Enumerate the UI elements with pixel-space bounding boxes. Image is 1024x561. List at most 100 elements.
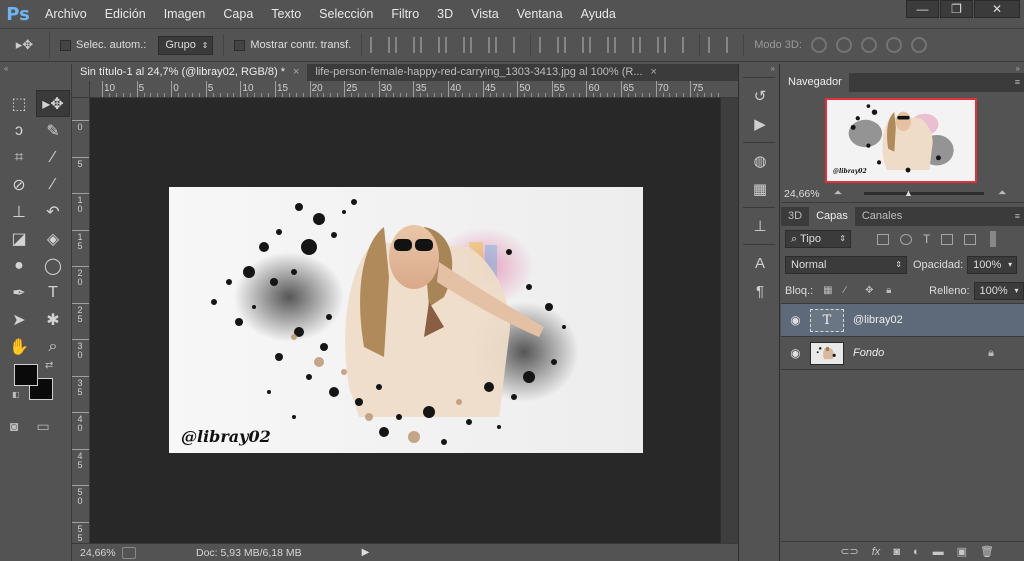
menu-capa[interactable]: Capa: [214, 0, 262, 28]
eye-icon[interactable]: ◉: [781, 346, 810, 360]
doc-tab-inactive[interactable]: life-person-female-happy-red-carrying_13…: [307, 64, 665, 81]
menu-ventana[interactable]: Ventana: [508, 0, 572, 28]
blur-tool-icon[interactable]: ●: [2, 252, 36, 279]
show-transform-checkbox[interactable]: Mostrar contr. transf.: [234, 39, 351, 51]
link-layers-icon[interactable]: ⊂⊃: [840, 545, 858, 558]
filter-adjustment-icon[interactable]: [900, 233, 912, 245]
distribute-right-icon[interactable]: [664, 37, 685, 53]
swatches-panel-icon[interactable]: ▦: [739, 175, 781, 203]
screen-mode-icon[interactable]: ▭: [36, 418, 49, 435]
align-bottom-edges-icon[interactable]: [420, 37, 441, 53]
layer-name[interactable]: Fondo: [853, 347, 884, 359]
layer-filter-dropdown[interactable]: ⌕ Tipo ⇕: [785, 230, 851, 248]
eyedropper-tool-icon[interactable]: ⁄: [36, 144, 70, 171]
rotate-3d-icon[interactable]: [810, 37, 827, 53]
ruler-origin[interactable]: [72, 81, 90, 98]
zoom-in-icon[interactable]: ⏶: [998, 187, 1006, 200]
layer-style-fx-icon[interactable]: fx: [872, 546, 881, 558]
auto-select-checkbox[interactable]: Selec. autom.:: [60, 39, 146, 51]
pan-3d-icon[interactable]: [860, 37, 877, 53]
document-canvas[interactable]: @libray02: [169, 187, 643, 453]
foreground-color-swatch[interactable]: [14, 364, 38, 386]
adjustment-layer-icon[interactable]: ◐: [913, 546, 920, 558]
path-selection-tool-icon[interactable]: ➤: [2, 306, 36, 333]
photoshop-logo[interactable]: Ps: [0, 0, 36, 28]
lasso-tool-icon[interactable]: ↄ: [2, 117, 36, 144]
collapse-arrows-icon[interactable]: »: [739, 64, 779, 73]
doc-tab-active[interactable]: Sin título-1 al 24,7% (@libray02, RGB/8)…: [72, 64, 308, 81]
quick-selection-tool-icon[interactable]: ✎: [36, 117, 70, 144]
pen-tool-icon[interactable]: ✒: [2, 279, 36, 306]
filter-toggle-switch[interactable]: [990, 231, 997, 247]
menu-imagen[interactable]: Imagen: [155, 0, 215, 28]
navigator-thumbnail[interactable]: @libray02: [825, 98, 977, 183]
lock-all-icon[interactable]: 🔒︎: [886, 285, 897, 296]
filter-pixel-icon[interactable]: [877, 233, 889, 245]
distribute-bottom-icon[interactable]: [589, 37, 610, 53]
distribute-hcenter-icon[interactable]: [639, 37, 660, 53]
history-brush-tool-icon[interactable]: ↶: [36, 198, 70, 225]
zoom-tool-icon[interactable]: ⌕: [36, 333, 70, 360]
layer-row-background[interactable]: ◉ Fondo 🔒︎: [781, 337, 1024, 370]
image-layer-thumbnail[interactable]: [810, 341, 844, 365]
canvas-pasteboard[interactable]: @libray02: [90, 99, 720, 543]
distribute-left-icon[interactable]: [614, 37, 635, 53]
close-tab-icon[interactable]: ×: [651, 66, 657, 78]
paint-bucket-tool-icon[interactable]: ◈: [36, 225, 70, 252]
hand-tool-icon[interactable]: ✋: [2, 333, 36, 360]
distribute-vcenter-icon[interactable]: [564, 37, 585, 53]
blend-mode-dropdown[interactable]: Normal ⇕: [785, 256, 907, 274]
zoom-level[interactable]: 24,66%: [72, 547, 122, 559]
filter-type-icon[interactable]: T: [923, 232, 930, 246]
lock-image-pixels-icon[interactable]: ∕: [844, 285, 855, 296]
roll-3d-icon[interactable]: [835, 37, 852, 53]
new-layer-icon[interactable]: ▣: [957, 545, 967, 558]
auto-select-dropdown[interactable]: Grupo ⇕: [158, 35, 214, 55]
paragraph-panel-icon[interactable]: ¶: [739, 277, 781, 305]
menu-edicion[interactable]: Edición: [96, 0, 155, 28]
eraser-tool-icon[interactable]: ◪: [2, 225, 36, 252]
swap-colors-icon[interactable]: ⇄: [45, 360, 53, 371]
panel-menu-icon[interactable]: ≡: [1015, 211, 1020, 221]
navigator-zoom-value[interactable]: 24,66%: [784, 188, 820, 200]
trash-icon[interactable]: 🗑︎: [980, 545, 994, 558]
text-layer-thumbnail[interactable]: T: [810, 308, 844, 332]
crop-tool-icon[interactable]: ⌗: [2, 144, 36, 171]
tab-canales[interactable]: Canales: [855, 207, 909, 226]
tool-preset-picker[interactable]: ▸✥: [0, 31, 50, 59]
zoom-out-icon[interactable]: ⏶: [834, 187, 842, 200]
new-group-icon[interactable]: ▬: [933, 546, 944, 558]
history-panel-icon[interactable]: ↺: [739, 82, 781, 110]
character-panel-icon[interactable]: A: [739, 249, 781, 277]
layer-row-text[interactable]: ◉ T @libray02: [781, 304, 1024, 337]
eye-icon[interactable]: ◉: [781, 313, 810, 327]
marquee-tool-icon[interactable]: ⬚: [2, 90, 36, 117]
minimize-button[interactable]: —: [906, 0, 939, 18]
align-left-edges-icon[interactable]: [445, 37, 466, 53]
menu-filtro[interactable]: Filtro: [382, 0, 428, 28]
vertical-scrollbar[interactable]: [720, 98, 738, 543]
quick-mask-icon[interactable]: ◙: [10, 418, 18, 435]
restore-button[interactable]: ❐: [940, 0, 973, 18]
menu-texto[interactable]: Texto: [262, 0, 310, 28]
tab-3d[interactable]: 3D: [781, 207, 809, 226]
add-mask-icon[interactable]: ◙: [893, 546, 900, 558]
custom-shape-tool-icon[interactable]: ✱: [36, 306, 70, 333]
dodge-tool-icon[interactable]: ◯: [36, 252, 70, 279]
lock-transparent-pixels-icon[interactable]: ▦: [823, 285, 834, 296]
fill-input[interactable]: 100% ▾: [973, 281, 1024, 300]
collapse-arrows-icon[interactable]: «: [0, 64, 71, 73]
align-vertical-centers-icon[interactable]: [395, 37, 416, 53]
lock-position-icon[interactable]: ✥: [865, 285, 876, 296]
vertical-ruler[interactable]: 0 5 1 0 1 5 2 0 2 5 3 0 3 5 4 0 4 5 5 0 5 5: [72, 98, 90, 543]
color-panel-icon[interactable]: ◍: [739, 147, 781, 175]
filter-smart-object-icon[interactable]: [964, 233, 977, 245]
healing-brush-tool-icon[interactable]: ⊘: [2, 171, 36, 198]
align-right-edges-icon[interactable]: [495, 37, 516, 53]
menu-seleccion[interactable]: Selección: [310, 0, 382, 28]
chevron-down-icon[interactable]: ▾: [1014, 283, 1018, 299]
close-tab-icon[interactable]: ×: [293, 66, 299, 78]
status-menu-arrow-icon[interactable]: ▶: [362, 547, 370, 558]
close-button[interactable]: ✕: [974, 0, 1020, 18]
adjustments-panel-icon[interactable]: ⊥: [739, 212, 781, 240]
